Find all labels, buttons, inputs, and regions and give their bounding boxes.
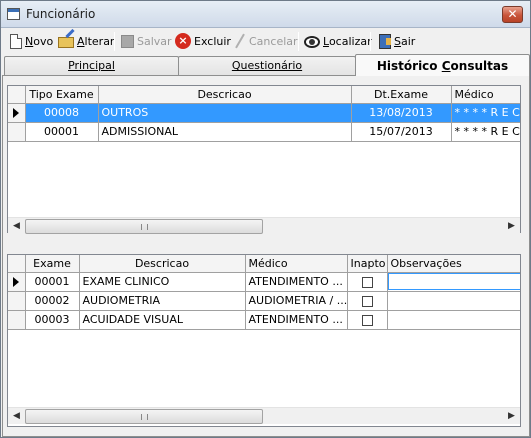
table-row[interactable]: 00001 EXAME CLINICO ATENDIMENTO ... xyxy=(8,272,520,292)
window-title: Funcionário xyxy=(26,7,96,21)
sair-label: air xyxy=(400,34,416,48)
tab-questionario[interactable]: Questionário xyxy=(178,56,356,76)
delete-icon: × xyxy=(175,33,191,49)
col-dt-exame[interactable]: Dt.Exame xyxy=(351,86,452,104)
table-row[interactable]: 00003 ACUIDADE VISUAL ATENDIMENTO ... xyxy=(8,310,520,330)
salvar-button[interactable]: Salvar xyxy=(121,31,172,51)
col-medico[interactable]: Médico xyxy=(245,255,348,273)
sair-button[interactable]: Sair xyxy=(379,31,415,51)
col-inapto[interactable]: Inapto xyxy=(347,255,388,273)
historico-panel: Tipo Exame Descricao Dt.Exame Médico 000… xyxy=(2,75,530,437)
localizar-button[interactable]: Localizar xyxy=(304,31,372,51)
col-medico[interactable]: Médico xyxy=(451,86,520,104)
window-icon xyxy=(7,8,20,20)
scroll-thumb[interactable] xyxy=(25,409,263,424)
tab-historico-consultas[interactable]: Histórico Consultas xyxy=(355,54,530,76)
col-descricao[interactable]: Descricao xyxy=(98,86,352,104)
table-row[interactable]: 00008 OUTROS 13/08/2013 * * * * R E C xyxy=(8,103,520,123)
close-button[interactable]: ✕ xyxy=(502,6,523,23)
novo-button[interactable]: Novo xyxy=(8,31,53,51)
col-descricao[interactable]: Descricao xyxy=(79,255,246,273)
toolbar-separator xyxy=(114,32,115,51)
alterar-button[interactable]: Alterar xyxy=(58,31,114,51)
scroll-left-icon[interactable]: ◀ xyxy=(8,218,25,235)
alterar-label: lterar xyxy=(84,34,115,48)
col-observacoes[interactable]: Observações xyxy=(387,255,520,273)
funcionario-window: Funcionário ✕ Novo Alterar Salvar × Excl… xyxy=(0,0,531,438)
table-row[interactable]: 00002 AUDIOMETRIA AUDIOMETRIA / ... xyxy=(8,291,520,311)
grid-header: Exame Descricao Médico Inapto Observaçõe… xyxy=(8,255,520,273)
row-indicator-icon xyxy=(8,272,26,292)
cancel-pen-icon xyxy=(233,33,246,49)
alterar-label-accel: A xyxy=(77,34,85,48)
grid-header: Tipo Exame Descricao Dt.Exame Médico xyxy=(8,86,520,104)
save-disk-icon xyxy=(121,34,134,48)
toolbar: Novo Alterar Salvar × Excluir Cancelar L… xyxy=(2,28,530,54)
tab-principal[interactable]: Principal xyxy=(4,56,179,76)
consultas-grid[interactable]: Tipo Exame Descricao Dt.Exame Médico 000… xyxy=(7,85,521,233)
inapto-checkbox[interactable] xyxy=(361,295,373,307)
inapto-checkbox[interactable] xyxy=(361,314,373,326)
exames-grid[interactable]: Exame Descricao Médico Inapto Observaçõe… xyxy=(7,254,521,427)
excluir-button[interactable]: × Excluir xyxy=(175,31,231,51)
excluir-label: Excluir xyxy=(194,34,231,48)
scroll-thumb[interactable] xyxy=(25,219,263,234)
title-bar: Funcionário ✕ xyxy=(1,1,530,28)
consultas-hscroll[interactable]: ◀ ▶ xyxy=(8,217,520,234)
new-document-icon xyxy=(10,33,22,49)
col-exame[interactable]: Exame xyxy=(25,255,80,273)
novo-label-accel: N xyxy=(25,34,34,48)
tab-strip: Principal Questionário Histórico Consult… xyxy=(2,54,530,76)
localizar-label: ocalizar xyxy=(328,34,372,48)
col-tipo-exame[interactable]: Tipo Exame xyxy=(25,86,99,104)
row-indicator-icon xyxy=(8,103,26,123)
scroll-right-icon[interactable]: ▶ xyxy=(503,408,520,425)
table-row[interactable]: 00001 ADMISSIONAL 15/07/2013 * * * * R E… xyxy=(8,122,520,142)
scroll-right-icon[interactable]: ▶ xyxy=(503,218,520,235)
eye-icon xyxy=(304,36,320,48)
toolbar-separator xyxy=(298,32,299,51)
salvar-label: Salvar xyxy=(137,34,172,48)
cancelar-label: Cancelar xyxy=(249,34,298,48)
open-folder-icon xyxy=(58,37,74,48)
scroll-left-icon[interactable]: ◀ xyxy=(8,408,25,425)
toolbar-separator xyxy=(370,32,371,51)
exames-hscroll[interactable]: ◀ ▶ xyxy=(8,407,520,424)
novo-label: ovo xyxy=(33,34,54,48)
cancelar-button[interactable]: Cancelar xyxy=(233,31,298,51)
exit-door-icon xyxy=(379,33,391,49)
inapto-checkbox[interactable] xyxy=(361,276,373,288)
sair-label-accel: S xyxy=(394,34,401,48)
